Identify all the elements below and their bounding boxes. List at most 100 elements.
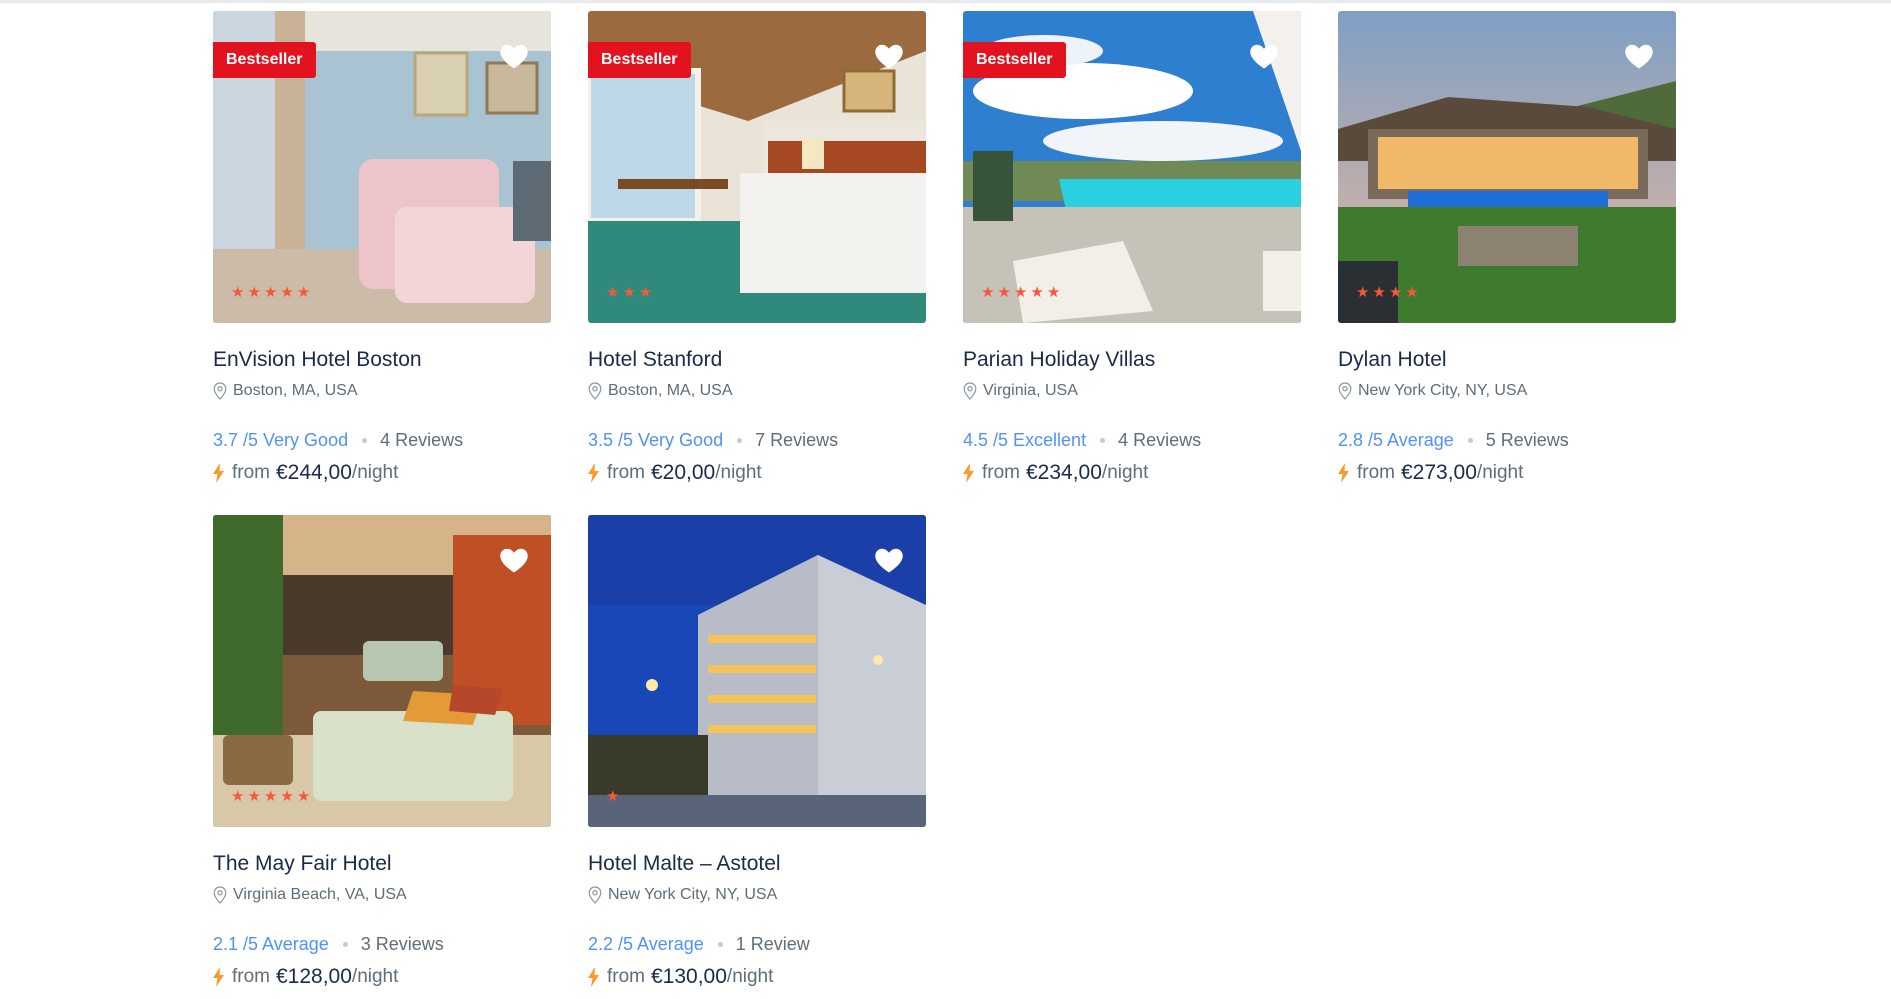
star-rating: ★ ★ ★ ★ (1356, 285, 1419, 300)
separator-dot (362, 437, 368, 443)
hotel-name[interactable]: Dylan Hotel (1338, 347, 1676, 373)
price-line: from €244,00 /night (213, 461, 551, 485)
hotel-location: Boston, MA, USA (588, 381, 926, 401)
star-icon: ★ (981, 284, 995, 301)
separator-dot (342, 941, 348, 947)
price-prefix: from (1357, 462, 1395, 483)
review-summary: 3.7 /5 Very Good 4 Reviews (213, 429, 551, 451)
review-count: 1 Review (735, 934, 810, 954)
price-amount: €234,00 (1026, 461, 1102, 484)
hotel-name[interactable]: Hotel Stanford (588, 347, 926, 373)
review-count: 5 Reviews (1485, 430, 1569, 450)
review-summary: 2.2 /5 Average 1 Review (588, 933, 926, 955)
heart-icon[interactable] (499, 546, 529, 574)
hotel-image[interactable]: Bestseller ★ ★ ★ (588, 11, 926, 323)
price-prefix: from (232, 966, 270, 987)
star-icon: ★ (263, 284, 278, 301)
review-score: 2.1 /5 Average (213, 934, 329, 954)
star-icon: ★ (997, 284, 1011, 301)
review-score: 2.8 /5 Average (1338, 430, 1454, 450)
star-icon: ★ (296, 284, 311, 301)
price-line: from €273,00 /night (1338, 461, 1676, 485)
hotel-image[interactable]: ★ ★ ★ ★ ★ (213, 515, 551, 827)
price-amount: €20,00 (651, 461, 716, 484)
price-amount: €128,00 (276, 965, 352, 988)
star-icon: ★ (247, 284, 261, 301)
price-amount: €244,00 (276, 461, 352, 484)
review-count: 4 Reviews (1118, 430, 1202, 450)
hotel-location: Virginia Beach, VA, USA (213, 885, 551, 905)
separator-dot (717, 941, 723, 947)
separator-dot (1467, 437, 1473, 443)
hotel-image[interactable]: Bestseller ★ ★ ★ ★ ★ (213, 11, 551, 323)
price-line: from €20,00 /night (588, 461, 926, 485)
hotel-location: Boston, MA, USA (213, 381, 551, 401)
map-pin-icon (213, 886, 227, 904)
location-text: Boston, MA, USA (608, 382, 733, 399)
hotel-card: ★ ★ ★ ★ ★ The May Fair Hotel Virginia Beach,… (213, 515, 551, 989)
lightning-bolt-icon (213, 463, 232, 483)
map-pin-icon (588, 886, 602, 904)
hotel-card: ★ Hotel Malte – Astotel New York City, N… (588, 515, 926, 989)
bestseller-badge: Bestseller (963, 42, 1066, 78)
star-rating: ★ (606, 789, 619, 804)
hotel-name[interactable]: Hotel Malte – Astotel (588, 851, 926, 877)
review-count: 4 Reviews (380, 430, 464, 450)
location-text: Virginia Beach, VA, USA (233, 886, 407, 903)
hotel-location: New York City, NY, USA (588, 885, 926, 905)
location-text: New York City, NY, USA (1358, 382, 1528, 399)
hotel-location: New York City, NY, USA (1338, 381, 1676, 401)
price-prefix: from (232, 462, 270, 483)
lightning-bolt-icon (1338, 463, 1357, 483)
lightning-bolt-icon (588, 463, 607, 483)
location-text: New York City, NY, USA (608, 886, 778, 903)
review-summary: 4.5 /5 Excellent 4 Reviews (963, 429, 1301, 451)
star-icon: ★ (263, 788, 278, 805)
map-pin-icon (588, 382, 602, 400)
hotel-image[interactable]: Bestseller ★ ★ ★ ★ ★ (963, 11, 1301, 323)
hotel-image[interactable]: ★ ★ ★ ★ (1338, 11, 1676, 323)
review-score: 2.2 /5 Average (588, 934, 704, 954)
price-prefix: from (982, 462, 1020, 483)
map-pin-icon (1338, 382, 1352, 400)
hotel-name[interactable]: Parian Holiday Villas (963, 347, 1301, 373)
review-summary: 2.1 /5 Average 3 Reviews (213, 933, 551, 955)
review-count: 7 Reviews (755, 430, 839, 450)
location-text: Virginia, USA (983, 382, 1078, 399)
star-icon: ★ (1388, 284, 1403, 301)
review-score: 3.5 /5 Very Good (588, 430, 724, 450)
star-icon: ★ (622, 284, 636, 301)
star-icon: ★ (296, 788, 311, 805)
review-summary: 2.8 /5 Average 5 Reviews (1338, 429, 1676, 451)
star-icon: ★ (280, 284, 294, 301)
heart-icon[interactable] (874, 546, 904, 574)
top-divider (0, 0, 1891, 3)
hotel-name[interactable]: EnVision Hotel Boston (213, 347, 551, 373)
star-icon: ★ (231, 284, 245, 301)
separator-dot (737, 437, 743, 443)
star-icon: ★ (1356, 284, 1370, 301)
star-icon: ★ (606, 788, 620, 805)
map-pin-icon (213, 382, 227, 400)
price-line: from €128,00 /night (213, 965, 551, 989)
hotel-image[interactable]: ★ (588, 515, 926, 827)
hotel-card: Bestseller ★ ★ ★ Hotel Stanford Boston, MA… (588, 11, 926, 485)
lightning-bolt-icon (963, 463, 982, 483)
review-count: 3 Reviews (360, 934, 444, 954)
heart-icon[interactable] (499, 42, 529, 70)
heart-icon[interactable] (874, 42, 904, 70)
heart-icon[interactable] (1624, 42, 1654, 70)
star-rating: ★ ★ ★ ★ ★ (231, 285, 310, 300)
star-icon: ★ (1013, 284, 1028, 301)
price-unit: /night (1476, 462, 1524, 483)
price-unit: /night (351, 462, 399, 483)
price-unit: /night (1101, 462, 1149, 483)
heart-icon[interactable] (1249, 42, 1279, 70)
star-icon: ★ (1405, 284, 1419, 301)
hotel-name[interactable]: The May Fair Hotel (213, 851, 551, 877)
hotel-card: Bestseller ★ ★ ★ ★ ★ EnVision Hotel Boston B… (213, 11, 551, 485)
star-icon: ★ (606, 284, 620, 301)
price-unit: /night (351, 966, 399, 987)
review-score: 4.5 /5 Excellent (963, 430, 1087, 450)
price-amount: €130,00 (651, 965, 727, 988)
